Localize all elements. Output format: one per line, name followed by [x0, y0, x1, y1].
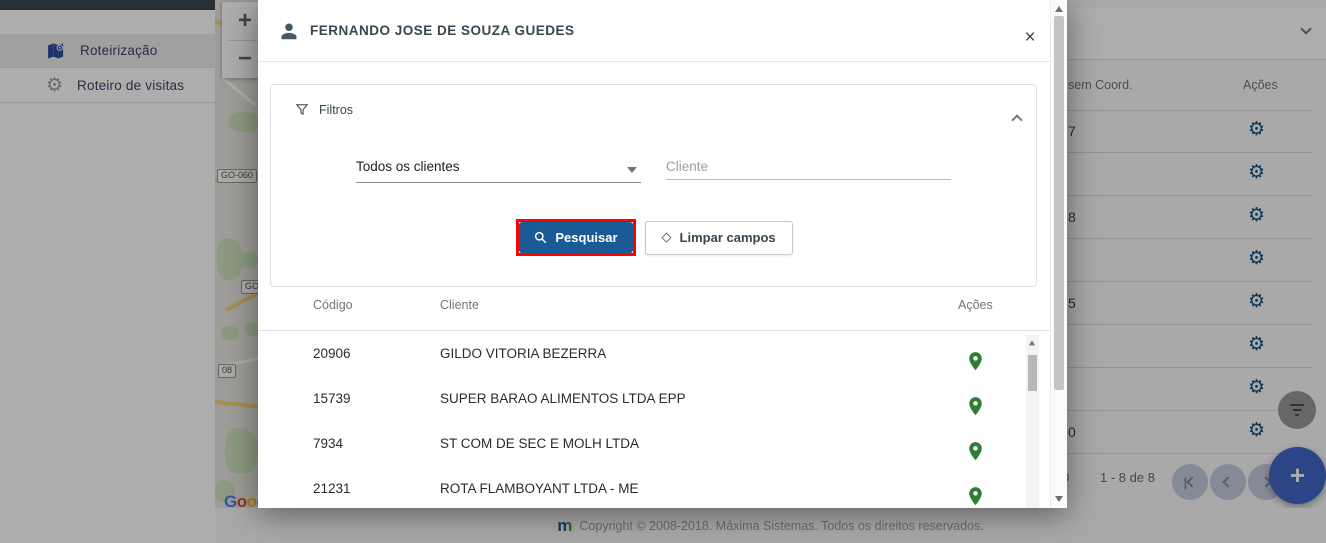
- modal-scrollbar: [1050, 0, 1067, 508]
- client-name: ROTA FLAMBOYANT LTDA - ME: [440, 481, 639, 496]
- divider: [258, 330, 1050, 331]
- filters-title: Filtros: [319, 103, 354, 117]
- filters-card: Filtros Todos os clientes Cliente Pesqui…: [270, 84, 1037, 287]
- clear-diamond-icon: ◇: [661, 230, 672, 245]
- filters-actions: Pesquisar ◇ Limpar campos: [271, 219, 1038, 256]
- column-header-codigo: Código: [313, 298, 353, 312]
- filter-funnel-icon: [295, 104, 309, 116]
- column-header-acoes: Ações: [958, 298, 993, 312]
- map-pin-icon[interactable]: [968, 352, 983, 371]
- map-pin-icon[interactable]: [968, 487, 983, 506]
- chevron-up-icon: [1011, 114, 1023, 126]
- client-code: 7934: [313, 436, 344, 451]
- client-name: ST COM DE SEC E MOLH LTDA: [440, 436, 640, 451]
- client-row: 7934 ST COM DE SEC E MOLH LTDA: [258, 422, 1026, 467]
- client-name: SUPER BARAO ALIMENTOS LTDA EPP: [440, 391, 686, 406]
- client-code: 20906: [313, 346, 351, 361]
- client-row: 20906 GILDO VITORIA BEZERRA: [258, 332, 1026, 377]
- search-button-label: Pesquisar: [555, 230, 618, 245]
- modal-header: FERNANDO JOSE DE SOUZA GUEDES: [258, 0, 1050, 62]
- close-icon[interactable]: ×: [1018, 26, 1042, 50]
- client-row: 21231 ROTA FLAMBOYANT LTDA - ME: [258, 467, 1026, 508]
- client-code: 21231: [313, 481, 351, 496]
- client-name-field: [666, 153, 951, 183]
- client-list: 20906 GILDO VITORIA BEZERRA 15739 SUPER …: [258, 332, 1026, 508]
- column-header-cliente: Cliente: [440, 298, 479, 312]
- app-page: Roteirização ⚙ Roteiro de visitas GO-060…: [0, 0, 1326, 543]
- list-scrollbar: [1026, 335, 1039, 508]
- scroll-up-arrow-icon[interactable]: [1055, 6, 1063, 12]
- scroll-up-arrow-icon[interactable]: [1028, 340, 1036, 346]
- click-annotation-highlight: Pesquisar: [516, 219, 636, 256]
- client-row: 15739 SUPER BARAO ALIMENTOS LTDA EPP: [258, 377, 1026, 422]
- clear-button-label: Limpar campos: [679, 230, 776, 245]
- client-name-input[interactable]: [666, 153, 951, 180]
- map-pin-icon[interactable]: [968, 397, 983, 416]
- client-selection-modal: FERNANDO JOSE DE SOUZA GUEDES × Filtros …: [258, 0, 1067, 508]
- filters-header: Filtros: [295, 103, 353, 117]
- scrollbar-thumb[interactable]: [1028, 355, 1037, 391]
- search-icon: [535, 231, 547, 244]
- modal-title: FERNANDO JOSE DE SOUZA GUEDES: [310, 23, 575, 38]
- client-type-select[interactable]: Todos os clientes: [356, 153, 641, 183]
- clear-fields-button[interactable]: ◇ Limpar campos: [644, 220, 793, 255]
- person-icon: [281, 23, 297, 39]
- map-pin-icon[interactable]: [968, 442, 983, 461]
- collapse-filters-button[interactable]: [1009, 107, 1025, 133]
- scrollbar-thumb[interactable]: [1054, 16, 1064, 390]
- client-code: 15739: [313, 391, 351, 406]
- client-type-selected-value: Todos os clientes: [356, 159, 460, 174]
- scroll-down-arrow-icon[interactable]: [1055, 496, 1063, 502]
- client-name: GILDO VITORIA BEZERRA: [440, 346, 607, 361]
- dropdown-arrow-icon: [627, 167, 637, 173]
- search-button[interactable]: Pesquisar: [519, 222, 633, 253]
